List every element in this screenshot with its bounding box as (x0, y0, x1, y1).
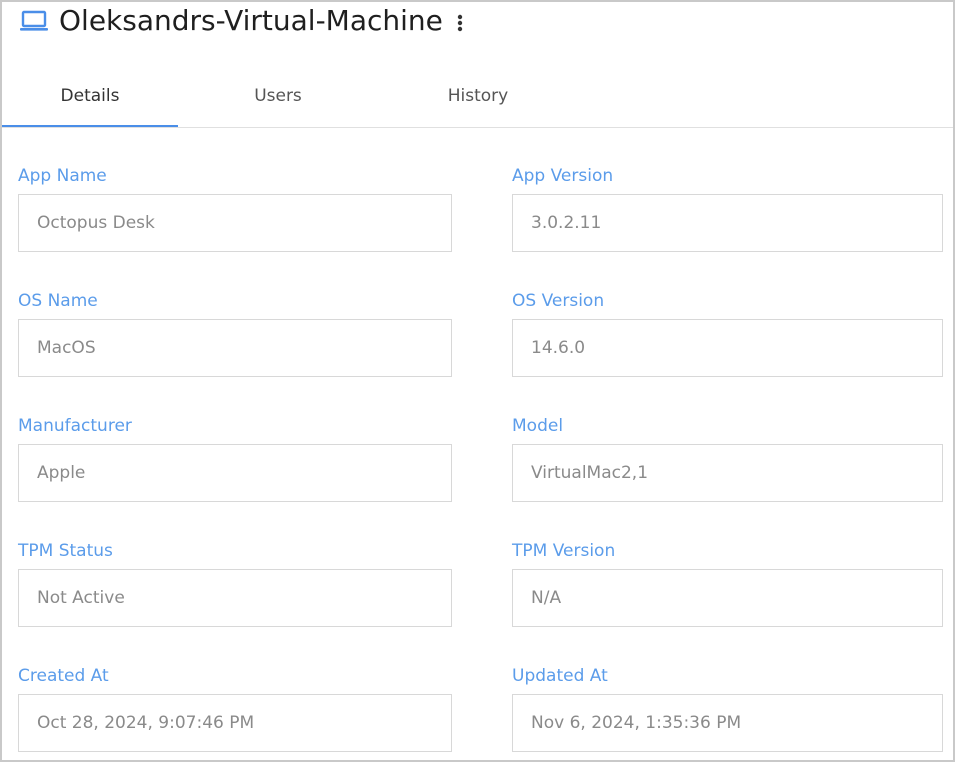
updated-at-label: Updated At (512, 666, 608, 686)
more-vertical-icon[interactable] (448, 9, 472, 37)
model-label: Model (512, 416, 564, 436)
model-field[interactable]: VirtualMac2,1 (512, 444, 943, 502)
header: Oleksandrs-Virtual-Machine (2, 2, 953, 46)
manufacturer-label: Manufacturer (18, 416, 132, 436)
os-name-field[interactable]: MacOS (18, 319, 452, 377)
tab-history[interactable]: History (390, 66, 566, 126)
laptop-icon (20, 10, 48, 31)
device-details-panel: Oleksandrs-Virtual-Machine Details Users… (0, 0, 955, 762)
tab-users[interactable]: Users (190, 66, 366, 126)
manufacturer-field[interactable]: Apple (18, 444, 452, 502)
app-name-label: App Name (18, 166, 107, 186)
tpm-status-field[interactable]: Not Active (18, 569, 452, 627)
os-version-field[interactable]: 14.6.0 (512, 319, 943, 377)
tab-bar: Details Users History (2, 66, 953, 128)
updated-at-field[interactable]: Nov 6, 2024, 1:35:36 PM (512, 694, 943, 752)
tpm-version-label: TPM Version (512, 541, 616, 561)
tpm-version-field[interactable]: N/A (512, 569, 943, 627)
created-at-label: Created At (18, 666, 109, 686)
page-title: Oleksandrs-Virtual-Machine (59, 4, 443, 37)
created-at-field[interactable]: Oct 28, 2024, 9:07:46 PM (18, 694, 452, 752)
app-version-label: App Version (512, 166, 614, 186)
tpm-status-label: TPM Status (18, 541, 113, 561)
os-version-label: OS Version (512, 291, 605, 311)
app-version-field[interactable]: 3.0.2.11 (512, 194, 943, 252)
os-name-label: OS Name (18, 291, 98, 311)
tab-details[interactable]: Details (2, 66, 178, 127)
app-name-field[interactable]: Octopus Desk (18, 194, 452, 252)
